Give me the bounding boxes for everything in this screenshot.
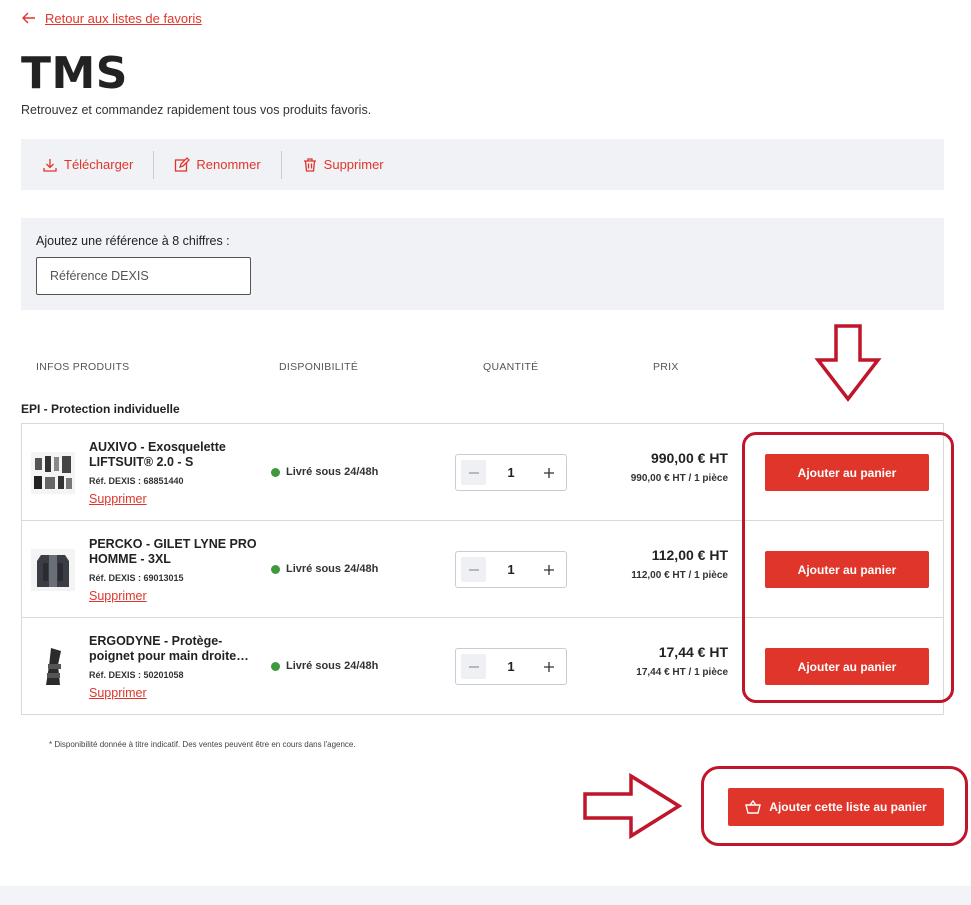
product-price: 990,00 € HT <box>650 450 728 466</box>
delete-list-button[interactable]: Supprimer <box>302 157 384 173</box>
product-ref: Réf. DEXIS : 50201058 <box>89 670 184 680</box>
product-ref: Réf. DEXIS : 69013015 <box>89 573 184 583</box>
annotation-arrow-down-icon <box>814 324 882 402</box>
availability-status: Livré sous 24/48h <box>271 660 378 672</box>
download-icon <box>43 158 57 172</box>
availability-dot-icon <box>271 467 280 477</box>
product-unit-price: 17,44 € HT / 1 pièce <box>636 667 728 678</box>
product-price: 17,44 € HT <box>658 644 728 660</box>
reference-label: Ajoutez une référence à 8 chiffres : <box>36 234 230 248</box>
add-to-cart-button[interactable]: Ajouter au panier <box>765 648 929 685</box>
list-toolbar: Télécharger Renommer Supprimer <box>21 139 944 190</box>
reference-input[interactable] <box>36 257 251 295</box>
annotation-arrow-right-icon <box>583 772 683 840</box>
toolbar-divider <box>153 150 155 179</box>
quantity-stepper: 1 <box>455 551 567 588</box>
remove-product-link[interactable]: Supprimer <box>89 492 147 506</box>
group-title: EPI - Protection individuelle <box>21 402 180 416</box>
product-unit-price: 990,00 € HT / 1 pièce <box>630 473 728 484</box>
availability-footnote: * Disponibilité donnée à titre indicatif… <box>49 740 356 749</box>
quantity-increase-button[interactable] <box>536 654 561 679</box>
availability-status: Livré sous 24/48h <box>271 466 378 478</box>
reference-panel: Ajoutez une référence à 8 chiffres : <box>21 218 944 310</box>
delete-list-label: Supprimer <box>323 157 384 172</box>
wrist-brace-thumbnail <box>31 646 75 688</box>
edit-icon <box>175 156 191 172</box>
product-name: ERGODYNE - Protège-poignet pour main dro… <box>89 634 249 663</box>
plus-icon <box>543 564 554 575</box>
product-unit-price: 112,00 € HT / 1 pièce <box>631 570 728 581</box>
quantity-increase-button[interactable] <box>536 557 561 582</box>
table-row: AUXIVO - Exosquelette LIFTSUIT® 2.0 - S … <box>22 424 943 521</box>
plus-icon <box>543 661 554 672</box>
availability-label: Livré sous 24/48h <box>286 466 379 478</box>
column-header-price: PRIX <box>653 361 679 373</box>
product-name: AUXIVO - Exosquelette LIFTSUIT® 2.0 - S <box>89 440 226 469</box>
quantity-stepper: 1 <box>455 454 567 491</box>
availability-dot-icon <box>271 564 280 574</box>
back-link-label: Retour aux listes de favoris <box>45 10 202 26</box>
footer-band <box>0 886 971 905</box>
product-name: PERCKO - GILET LYNE PRO HOMME - 3XL <box>89 537 257 566</box>
table-row: ERGODYNE - Protège-poignet pour main dro… <box>22 618 943 715</box>
quantity-stepper: 1 <box>455 648 567 685</box>
arrow-left-icon <box>22 12 35 24</box>
remove-product-link[interactable]: Supprimer <box>89 686 147 700</box>
toolbar-divider <box>280 150 282 179</box>
product-ref: Réf. DEXIS : 68851440 <box>89 476 184 486</box>
column-header-infos: INFOS PRODUITS <box>36 361 130 373</box>
add-to-cart-button[interactable]: Ajouter au panier <box>765 551 929 588</box>
availability-label: Livré sous 24/48h <box>286 563 379 575</box>
page-title: TMS <box>21 48 128 99</box>
column-header-availability: DISPONIBILITÉ <box>279 361 359 373</box>
product-table: AUXIVO - Exosquelette LIFTSUIT® 2.0 - S … <box>21 423 944 715</box>
table-row: PERCKO - GILET LYNE PRO HOMME - 3XL Réf.… <box>22 521 943 618</box>
availability-dot-icon <box>271 661 280 671</box>
availability-label: Livré sous 24/48h <box>286 660 379 672</box>
add-to-cart-button[interactable]: Ajouter au panier <box>765 454 929 491</box>
availability-status: Livré sous 24/48h <box>271 563 378 575</box>
rename-label: Renommer <box>196 157 261 172</box>
download-label: Télécharger <box>64 157 134 172</box>
column-header-quantity: QUANTITÉ <box>483 361 539 373</box>
product-price: 112,00 € HT <box>651 547 728 563</box>
add-list-to-cart-button[interactable]: Ajouter cette liste au panier <box>728 788 944 826</box>
back-to-favorites-link[interactable]: Retour aux listes de favoris <box>21 10 202 26</box>
trash-icon <box>303 157 316 172</box>
basket-icon <box>745 799 762 814</box>
vest-thumbnail <box>31 549 75 591</box>
exoskeleton-thumbnail <box>31 452 75 494</box>
rename-button[interactable]: Renommer <box>174 156 261 173</box>
download-button[interactable]: Télécharger <box>42 157 133 173</box>
page-subtitle: Retrouvez et commandez rapidement tous v… <box>21 103 372 117</box>
remove-product-link[interactable]: Supprimer <box>89 589 147 603</box>
add-list-label: Ajouter cette liste au panier <box>769 800 927 814</box>
plus-icon <box>543 467 554 478</box>
quantity-increase-button[interactable] <box>536 460 561 485</box>
